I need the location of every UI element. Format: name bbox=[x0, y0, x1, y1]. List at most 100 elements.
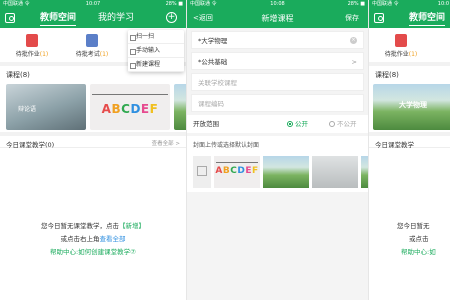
empty-line2: 或点击右上角 bbox=[60, 235, 100, 243]
menu-item-scan[interactable]: 扫一扫 bbox=[128, 30, 184, 44]
cover-letter: A bbox=[101, 102, 112, 116]
cover-option-desk[interactable] bbox=[312, 156, 358, 188]
help-link[interactable]: 帮助中心:如何创建课堂教学⑦ bbox=[0, 246, 186, 259]
status-battery: 28% ■ bbox=[347, 1, 365, 7]
today-title: 今日课堂教学 bbox=[375, 141, 414, 149]
cover-picker: ABCDEF bbox=[187, 152, 368, 192]
view-all-inline-link[interactable]: 查看全部 bbox=[100, 235, 126, 243]
status-bar: 中国联通 令 10:0 bbox=[369, 0, 450, 8]
status-carrier: 中国联通 令 bbox=[372, 1, 399, 7]
profile-icon[interactable] bbox=[374, 13, 384, 23]
cover-letter: F bbox=[149, 102, 159, 116]
course-card-abc[interactable]: ABCDEF bbox=[90, 84, 170, 130]
save-button[interactable]: 保存 bbox=[345, 12, 359, 25]
image-icon bbox=[197, 166, 207, 176]
homework-icon bbox=[26, 34, 38, 47]
cover-option-abc[interactable]: ABCDEF bbox=[214, 156, 260, 188]
course-card-hill[interactable] bbox=[174, 84, 186, 130]
top-nav: 教师空间 bbox=[369, 8, 450, 28]
profile-icon[interactable] bbox=[5, 13, 15, 23]
empty-line1: 您今日暂无课堂教学，点击 bbox=[41, 222, 119, 230]
course-list: 大学物理 bbox=[373, 84, 450, 132]
course-name-field[interactable]: *大学物理 × bbox=[191, 31, 364, 49]
shortcut-homework[interactable]: 待批作业(1) bbox=[371, 34, 431, 58]
top-nav: 教师空间 我的学习 + bbox=[0, 8, 186, 28]
phone-home: 中国联通 令 10:07 28% ■ 教师空间 我的学习 + 待批作业(1) 待… bbox=[0, 0, 186, 300]
category-field[interactable]: *公共基础 > bbox=[191, 52, 364, 70]
status-battery: 28% ■ bbox=[165, 1, 183, 7]
new-link[interactable]: 【新增】 bbox=[119, 222, 145, 230]
homework-icon bbox=[395, 34, 407, 47]
new-course-title: 大学物理 bbox=[399, 101, 427, 109]
course-name-value: *大学物理 bbox=[198, 37, 228, 45]
cover-letter: E bbox=[140, 102, 150, 116]
status-time: 10:08 bbox=[270, 1, 285, 7]
empty-state: 您今日暂无课堂教学，点击【新增】 或点击右上角查看全部 帮助中心:如何创建课堂教… bbox=[0, 220, 186, 259]
shortcut-exam[interactable]: 待批考试(1) bbox=[62, 34, 122, 58]
cover-letter: B bbox=[111, 102, 122, 116]
status-bar: 中国联通 令 10:07 28% ■ bbox=[0, 0, 186, 8]
shortcut-exam-count: (1) bbox=[99, 51, 109, 58]
scope-public-radio[interactable]: 公开 bbox=[287, 115, 308, 133]
cover-letter: E bbox=[245, 166, 252, 176]
scope-private-label: 不公开 bbox=[337, 120, 357, 128]
menu-item-new-course[interactable]: 新建课程 bbox=[128, 58, 184, 72]
phone-new-course: 中国联通 令 10:08 28% ■ <返回 新增课程 保存 *大学物理 × *… bbox=[186, 0, 368, 300]
exam-icon bbox=[86, 34, 98, 47]
cover-option-more[interactable] bbox=[361, 156, 368, 188]
empty-line2: 或点击 bbox=[409, 235, 429, 243]
screenshot-stage: 中国联通 令 10:07 28% ■ 教师空间 我的学习 + 待批作业(1) 待… bbox=[0, 0, 450, 300]
scope-label: 开放范围 bbox=[193, 120, 219, 128]
today-row: 今日课堂教学 bbox=[369, 132, 450, 149]
chevron-right-icon: > bbox=[351, 58, 357, 66]
shortcut-bar: 待批作业(1) bbox=[369, 28, 450, 66]
tab-my-study[interactable]: 我的学习 bbox=[98, 12, 134, 25]
category-value: *公共基础 bbox=[198, 58, 228, 66]
clear-icon[interactable]: × bbox=[350, 37, 357, 44]
empty-state: 您今日暂无 或点击 帮助中心:如 bbox=[369, 220, 450, 259]
today-title: 今日课堂教学(0) bbox=[6, 141, 55, 149]
status-time: 10:0 bbox=[437, 1, 449, 7]
radio-on-icon bbox=[287, 121, 293, 127]
course-code-field[interactable]: 课程编码 bbox=[191, 94, 364, 112]
course-card-book[interactable]: 辩论语 bbox=[6, 84, 86, 130]
add-icon[interactable]: + bbox=[166, 12, 177, 23]
shortcut-homework[interactable]: 待批作业(1) bbox=[2, 34, 62, 58]
course-list: 辩论语 ABCDEF bbox=[6, 84, 186, 132]
string-line bbox=[216, 162, 258, 163]
top-nav: <返回 新增课程 保存 bbox=[187, 8, 368, 28]
shortcut-homework-count: (1) bbox=[39, 51, 49, 58]
cover-option-hill[interactable] bbox=[263, 156, 309, 188]
help-link[interactable]: 帮助中心:如 bbox=[397, 246, 450, 259]
shortcut-homework-label: 待批作业 bbox=[384, 51, 409, 58]
shortcut-homework-count: (1) bbox=[408, 51, 418, 58]
courses-header: 课程(8) bbox=[375, 71, 399, 79]
today-row: 今日课堂教学(0) 查看全部 > bbox=[0, 132, 186, 149]
cover-letter: D bbox=[130, 102, 141, 116]
abc-cover-letters: ABCDEF bbox=[214, 166, 260, 176]
status-carrier: 中国联通 令 bbox=[3, 1, 30, 7]
tab-teacher-space[interactable]: 教师空间 bbox=[409, 12, 446, 26]
school-course-field[interactable]: 关联学校课程 bbox=[191, 73, 364, 91]
status-time: 10:07 bbox=[85, 1, 101, 7]
upload-cover-button[interactable] bbox=[193, 156, 211, 188]
cover-letter: F bbox=[251, 166, 259, 176]
course-card-new[interactable]: 大学物理 bbox=[373, 84, 450, 130]
add-menu: 扫一扫 手动输入 新建课程 bbox=[128, 30, 184, 72]
status-carrier: 中国联通 令 bbox=[190, 1, 217, 7]
status-bar: 中国联通 令 10:08 28% ■ bbox=[187, 0, 368, 8]
cover-label: 封面上传或选择默认封面 bbox=[187, 136, 368, 152]
view-all-link[interactable]: 查看全部 > bbox=[152, 139, 180, 147]
shortcut-exam-label: 待批考试 bbox=[75, 51, 100, 58]
page-title: 新增课程 bbox=[261, 14, 294, 23]
abc-cover-letters: ABCDEF bbox=[90, 102, 170, 116]
scope-public-label: 公开 bbox=[295, 120, 308, 128]
string-line bbox=[92, 94, 168, 95]
shortcut-homework-label: 待批作业 bbox=[15, 51, 40, 58]
tab-teacher-space[interactable]: 教师空间 bbox=[40, 12, 77, 26]
menu-item-manual[interactable]: 手动输入 bbox=[128, 44, 184, 58]
phone-home-after: 中国联通 令 10:0 教师空间 待批作业(1) 课程(8) 大学物理 今日课堂… bbox=[368, 0, 450, 300]
course-cover-text: 辩论语 bbox=[18, 106, 37, 113]
scope-private-radio[interactable]: 不公开 bbox=[329, 115, 357, 133]
empty-line1: 您今日暂无 bbox=[397, 222, 430, 230]
